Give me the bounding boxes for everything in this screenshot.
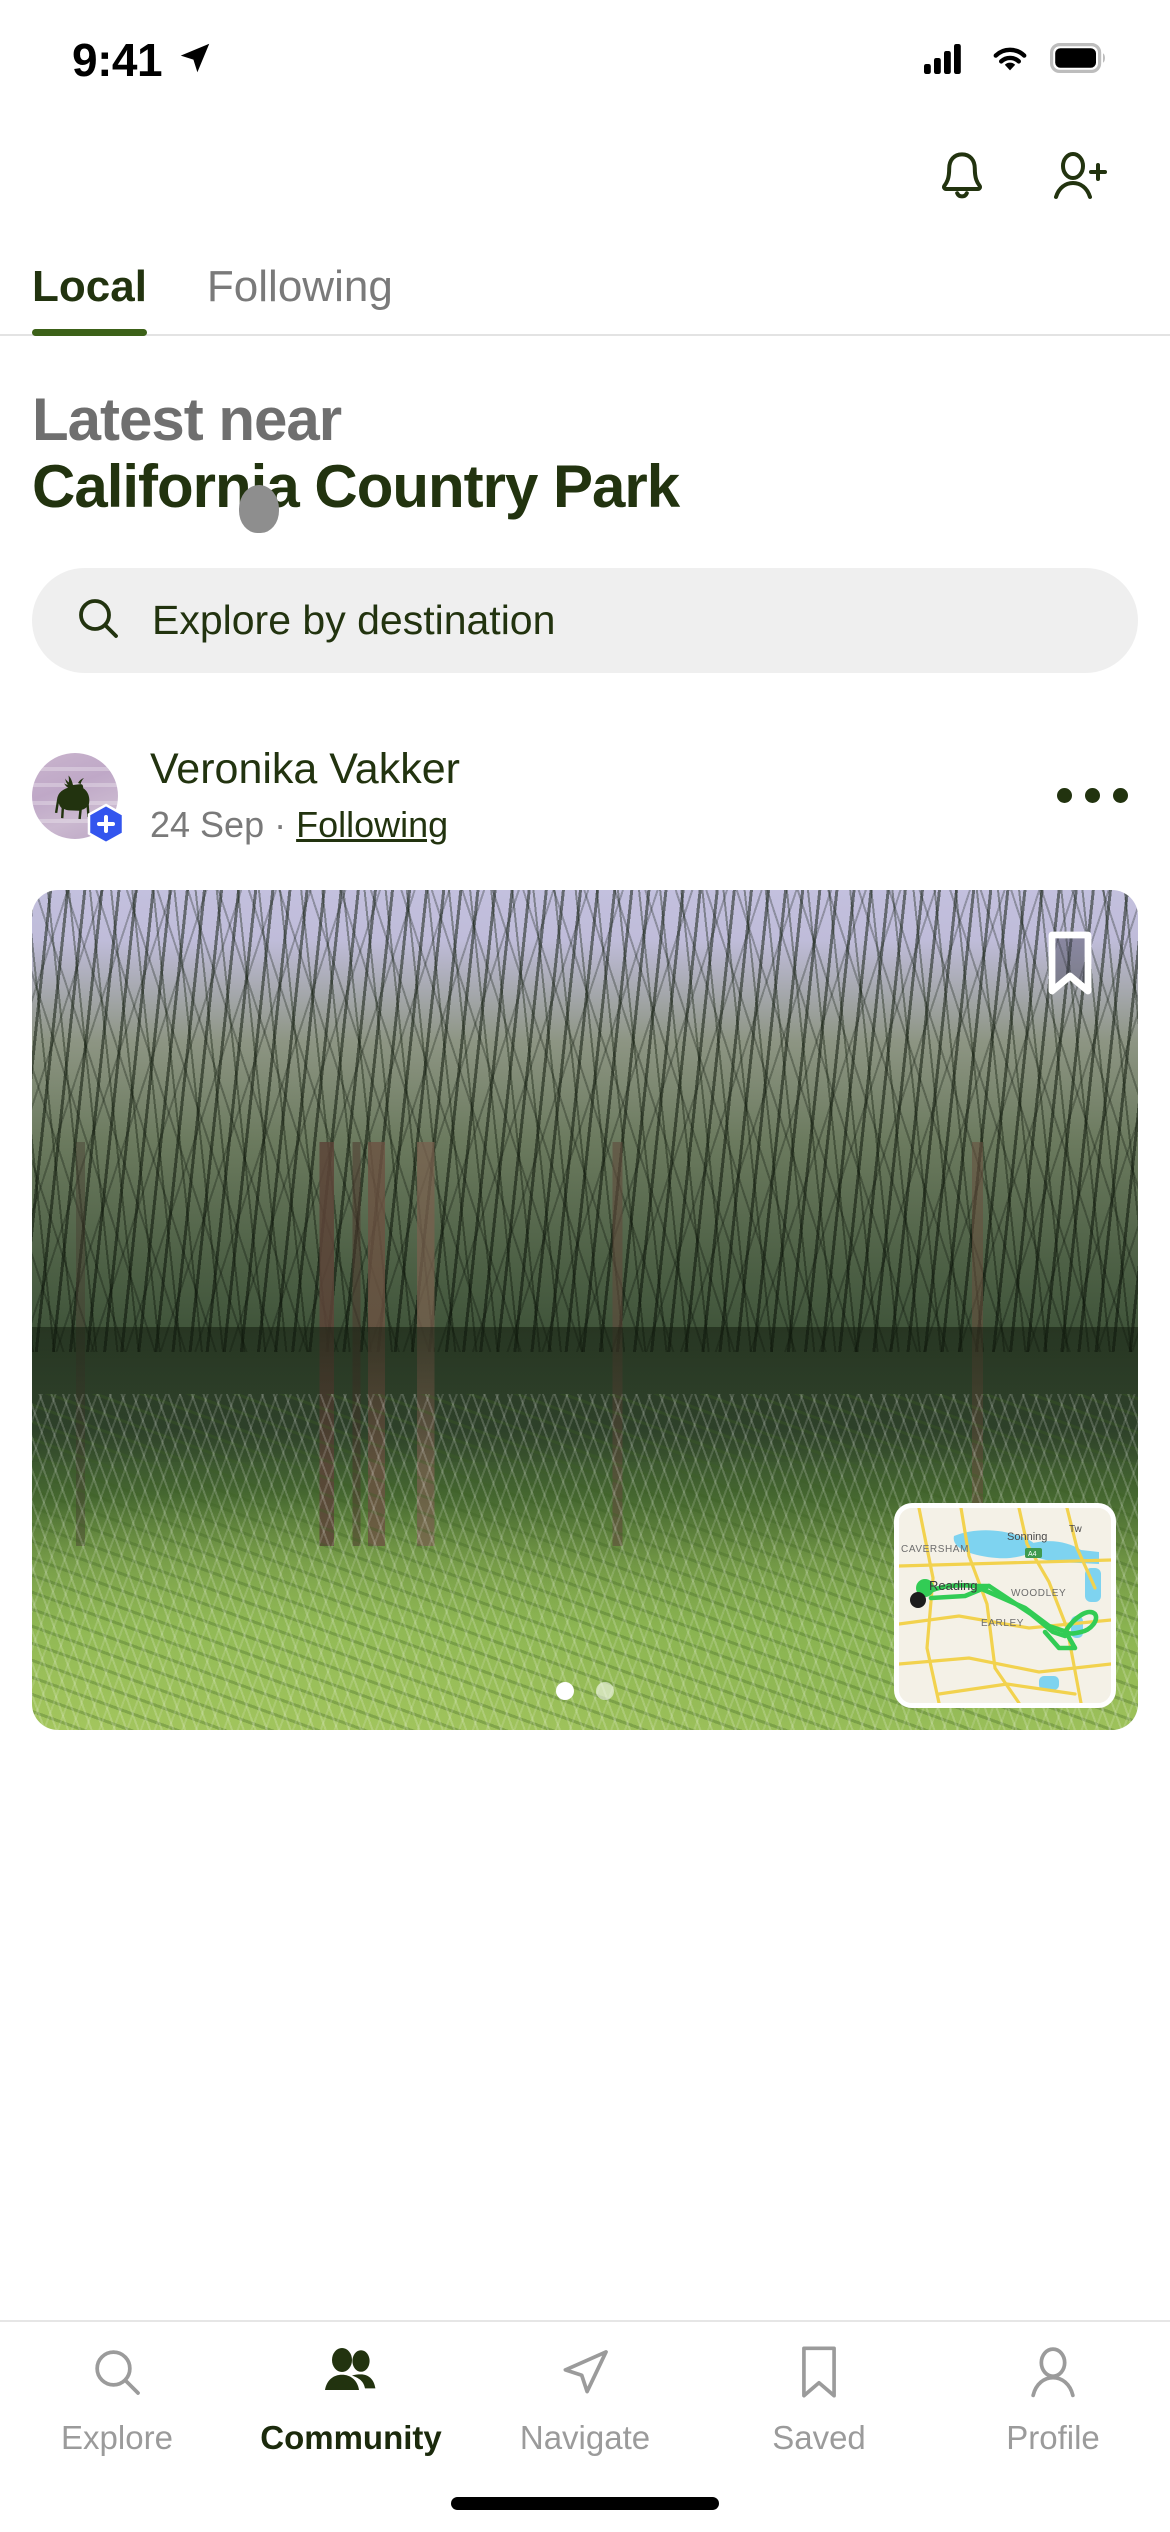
tab-local-label: Local (32, 262, 147, 311)
search-icon (89, 2344, 145, 2405)
nav-label-saved: Saved (772, 2419, 866, 2456)
map-label-caversham: CAVERSHAM (901, 1544, 969, 1555)
status-bar-time: 9:41 (72, 34, 163, 86)
pagination-dot-2[interactable] (596, 1682, 614, 1701)
plus-badge-icon (84, 803, 128, 847)
map-label-reading: Reading (929, 1578, 977, 1593)
nav-label-community: Community (260, 2419, 442, 2456)
heading-subtitle: Latest near (32, 386, 342, 453)
status-bar-right (924, 42, 1108, 79)
paper-plane-icon (557, 2344, 613, 2405)
svg-text:A4: A4 (1028, 1551, 1037, 1558)
bookmark-icon[interactable] (1044, 930, 1096, 1001)
search-section: Explore by destination (0, 520, 1170, 674)
map-label-sonning: Sonning (1007, 1531, 1047, 1543)
pagination-dot-1[interactable] (556, 1682, 574, 1701)
bottom-navigation: Explore Community Navigate Saved Profile (0, 2320, 1170, 2532)
wifi-icon (988, 42, 1032, 79)
status-bar-left: 9:41 (72, 33, 214, 87)
more-options-icon[interactable] (1057, 788, 1138, 804)
status-bar: 9:41 (0, 0, 1170, 120)
search-icon (74, 594, 122, 647)
person-icon (1025, 2344, 1081, 2405)
map-label-twyford: Tw (1069, 1524, 1083, 1535)
map-label-earley: EARLEY (981, 1618, 1024, 1629)
post-header: Veronika Vakker 24 Sep · Following (0, 745, 1170, 846)
tab-following[interactable]: Following (207, 262, 393, 334)
page-title: California Country Park (32, 453, 680, 521)
map-label-woodley: WOODLEY (1011, 1588, 1066, 1599)
add-person-icon[interactable] (1048, 148, 1110, 213)
people-icon (322, 2344, 380, 2405)
post-photo[interactable]: CAVERSHAM Sonning Reading WOODLEY EARLEY… (32, 890, 1138, 1731)
battery-full-icon (1050, 42, 1108, 78)
tab-local[interactable]: Local (32, 262, 147, 336)
search-placeholder-text: Explore by destination (152, 597, 556, 644)
map-road-badge: A4 (1025, 1548, 1042, 1559)
post-following-link[interactable]: Following (296, 804, 448, 845)
feed-post: Veronika Vakker 24 Sep · Following CAVER… (0, 673, 1170, 1731)
page-heading: Latest near California Country Park (0, 336, 1170, 520)
nav-label-navigate: Navigate (519, 2419, 651, 2456)
search-input[interactable]: Explore by destination (32, 568, 1138, 674)
home-indicator (451, 2497, 719, 2510)
nav-label-explore: Explore (61, 2419, 173, 2456)
post-meta: Veronika Vakker 24 Sep · Following (150, 745, 1025, 846)
bell-icon[interactable] (934, 148, 990, 213)
app-top-bar (0, 120, 1170, 240)
location-arrow-icon (176, 39, 214, 82)
post-separator: · (264, 804, 297, 846)
bookmark-icon (794, 2344, 844, 2405)
route-mini-map[interactable]: CAVERSHAM Sonning Reading WOODLEY EARLEY… (894, 1503, 1116, 1709)
post-date: 24 Sep (150, 804, 265, 846)
cellular-signal-icon (924, 42, 970, 79)
tab-following-label: Following (206, 262, 393, 311)
nav-item-navigate[interactable]: Navigate (468, 2344, 702, 2457)
nav-item-saved[interactable]: Saved (702, 2344, 936, 2457)
nav-label-profile: Profile (1006, 2419, 1100, 2456)
post-subline: 24 Sep · Following (150, 804, 1025, 846)
nav-item-profile[interactable]: Profile (936, 2344, 1170, 2457)
nav-item-community[interactable]: Community (234, 2344, 468, 2457)
post-username[interactable]: Veronika Vakker (150, 745, 1025, 794)
avatar[interactable] (32, 752, 125, 845)
nav-item-explore[interactable]: Explore (0, 2344, 234, 2457)
feed-tabs: Local Following (0, 240, 1170, 336)
